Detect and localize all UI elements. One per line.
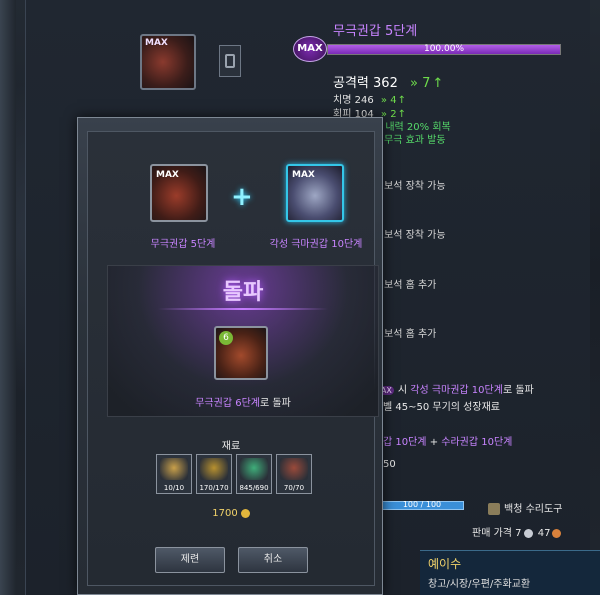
materials-title: 재료 (221, 441, 241, 452)
gem-slot-line: 보석 홈 추가 (384, 280, 437, 291)
result-description: 무극권갑 6단계로 돌파 (195, 398, 291, 409)
max-badge: MAX (292, 170, 315, 180)
breakthrough-result-box: 돌파 6 무극권갑 6단계로 돌파 (107, 265, 379, 417)
silver-coin-icon (523, 528, 533, 538)
secondary-material-label: 각성 극마권갑 10단계 (269, 239, 363, 250)
result-item-slot[interactable]: 6 (214, 326, 268, 380)
dialog-content: MAX + MAX 무극권갑 5단계 각성 극마권갑 10단계 돌파 6 무극권… (87, 131, 379, 586)
npc-info-box[interactable]: 예이수 창고/시장/우편/주화교환 (420, 550, 600, 595)
title-divider (158, 308, 328, 310)
crit-stat: 치명 246 » 4↑ (333, 95, 406, 106)
durability-bar: 100 / 100 (380, 500, 464, 510)
breakthrough-dialog: MAX + MAX 무극권갑 5단계 각성 극마권갑 10단계 돌파 6 무극권… (77, 117, 383, 595)
gem-slot-line: 보석 장착 가능 (384, 230, 446, 241)
gem-slot-line: 보석 홈 추가 (384, 329, 437, 340)
base-material-slot[interactable]: MAX (150, 164, 208, 222)
material-slot[interactable]: 170/170 (196, 454, 232, 494)
material-count: 10/10 (163, 484, 185, 492)
growth-percent: 100.00% (423, 44, 465, 54)
material-count: 70/70 (283, 484, 305, 492)
sell-price: 판매 가격 7 47 (472, 524, 563, 539)
npc-name: 예이수 (428, 557, 462, 571)
material-usage-info: 벨 45~50 무기의 성장재료 (383, 402, 500, 413)
plus-icon: + (231, 182, 253, 212)
material-slot[interactable]: 845/690 (236, 454, 272, 494)
gold-coin-icon (240, 508, 250, 518)
repair-tool-icon (488, 503, 500, 515)
materials-row: 10/10 170/170 845/690 70/70 (156, 454, 316, 496)
material-count: 170/170 (199, 484, 229, 492)
material-icon (280, 458, 308, 480)
stray-value: 50 (383, 459, 396, 470)
copper-coin-icon (552, 528, 562, 538)
gem-slot-line: 보석 장착 가능 (384, 181, 446, 192)
repair-item[interactable]: 백청 수리도구 (488, 500, 562, 515)
npc-role: 창고/시장/우편/주화교환 (428, 579, 531, 590)
max-badge: MAX (145, 38, 168, 48)
level-badge: 6 (219, 331, 233, 345)
material-icon (160, 458, 188, 480)
max-badge: MAX (156, 170, 179, 180)
secondary-material-slot[interactable]: MAX (286, 164, 344, 222)
cost: 1700 (88, 508, 374, 519)
material-slot[interactable]: 10/10 (156, 454, 192, 494)
background-edge (0, 0, 16, 595)
effect-line-2: 무극 효과 발동 (384, 135, 446, 146)
confirm-button[interactable]: 제련 (155, 547, 225, 573)
material-icon (200, 458, 228, 480)
lock-icon[interactable] (219, 45, 241, 77)
increase-arrow-icon: » (410, 76, 418, 91)
recipe-line: 갑 10단계 + 수라권갑 10단계 (383, 437, 513, 448)
base-material-label: 무극권갑 5단계 (150, 239, 216, 250)
attack-stat: 공격력 362 » 7 ↑ (333, 76, 444, 91)
item-name: 무극권갑 5단계 (333, 24, 418, 39)
max-crest-icon: MAX (293, 36, 327, 62)
breakthrough-title: 돌파 (222, 280, 264, 305)
material-icon (240, 458, 268, 480)
material-count: 845/690 (239, 484, 269, 492)
equipped-item-slot[interactable]: MAX (140, 34, 196, 90)
durability-text: 100 / 100 (402, 500, 442, 509)
cancel-button[interactable]: 취소 (238, 547, 308, 573)
material-slot[interactable]: 70/70 (276, 454, 312, 494)
breakthrough-info: MAX시 각성 극마권갑 10단계로 돌파 (372, 381, 534, 396)
growth-bar: 100.00% (327, 44, 561, 55)
